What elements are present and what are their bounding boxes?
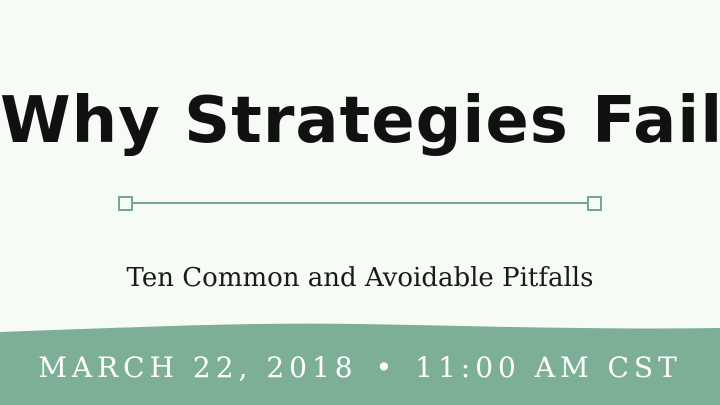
event-datetime: MARCH 22, 2018 • 11:00 AM CST	[0, 348, 720, 388]
divider-line	[132, 202, 588, 204]
event-date: MARCH 22, 2018	[38, 351, 358, 384]
page-subtitle: Ten Common and Avoidable Pitfalls	[126, 263, 594, 293]
page-title: Why Strategies Fail	[0, 84, 720, 158]
divider-right-square-icon	[587, 196, 602, 211]
bullet-separator: •	[375, 351, 398, 384]
event-time: 11:00 AM CST	[415, 351, 682, 384]
divider-left-square-icon	[118, 196, 133, 211]
decorative-divider	[118, 194, 602, 212]
